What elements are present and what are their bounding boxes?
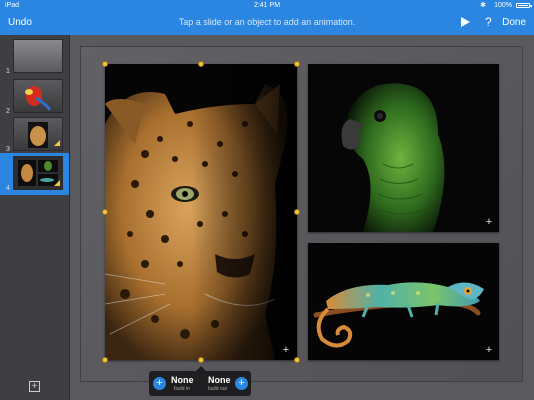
animation-hint: Tap a slide or an object to add an anima… (178, 17, 356, 27)
parrot-illustration (308, 64, 499, 232)
build-in-value[interactable]: None (171, 375, 194, 385)
slide-number: 2 (6, 108, 10, 115)
current-slide-thumbnail (18, 160, 60, 186)
slide-preview (14, 80, 62, 112)
resize-handle-top-right[interactable] (294, 61, 300, 67)
leopard-illustration (105, 64, 297, 360)
build-popup: + None build in None build out + (149, 366, 251, 396)
bluetooth-icon: ✱ (480, 2, 486, 9)
status-bar: iPad 2:41 PM ✱ 100% (0, 0, 534, 11)
slide-navigator: 1 2 3 4 + (0, 35, 70, 400)
resize-handle-bottom-right[interactable] (294, 357, 300, 363)
battery-percent: 100% (494, 2, 512, 9)
resize-handle-left[interactable] (102, 209, 108, 215)
resize-handle-top-left[interactable] (102, 61, 108, 67)
add-build-plus-icon[interactable]: + (484, 217, 494, 228)
chameleon-image[interactable]: + (308, 243, 499, 360)
play-icon[interactable] (461, 17, 470, 27)
help-icon[interactable]: ? (485, 15, 492, 29)
chameleon-illustration (308, 243, 499, 360)
slide-preview (14, 40, 62, 72)
slide-number: 3 (6, 146, 10, 153)
add-build-plus-icon[interactable]: + (484, 345, 494, 356)
resize-handle-bottom-left[interactable] (102, 357, 108, 363)
add-build-plus-icon[interactable]: + (281, 345, 291, 356)
leopard-image[interactable]: + (105, 64, 297, 360)
parrot-thumbnail (25, 86, 52, 111)
done-button[interactable]: Done (502, 17, 526, 28)
parrot-image[interactable]: + (308, 64, 499, 232)
slide-preview (14, 118, 62, 150)
add-build-out-icon[interactable]: + (235, 377, 248, 390)
leopard-thumbnail (28, 122, 60, 148)
resize-handle-bottom[interactable] (198, 357, 204, 363)
add-slide-button[interactable]: + (29, 381, 40, 392)
battery-icon (516, 3, 532, 8)
top-bar: iPad 2:41 PM ✱ 100% Undo Tap a slide or … (0, 0, 534, 35)
build-out-value[interactable]: None (208, 375, 231, 385)
slide-canvas[interactable]: + + + (81, 47, 522, 381)
toolbar: Undo Tap a slide or an object to add an … (0, 11, 534, 35)
slide-number: 4 (6, 185, 10, 192)
resize-handle-top[interactable] (198, 61, 204, 67)
add-build-in-icon[interactable]: + (153, 377, 166, 390)
build-in-caption: build in (174, 386, 190, 392)
clock: 2:41 PM (253, 2, 281, 9)
slide-preview (14, 157, 62, 189)
build-out-caption: build out (208, 386, 227, 392)
resize-handle-right[interactable] (294, 209, 300, 215)
slide-number: 1 (6, 68, 10, 75)
